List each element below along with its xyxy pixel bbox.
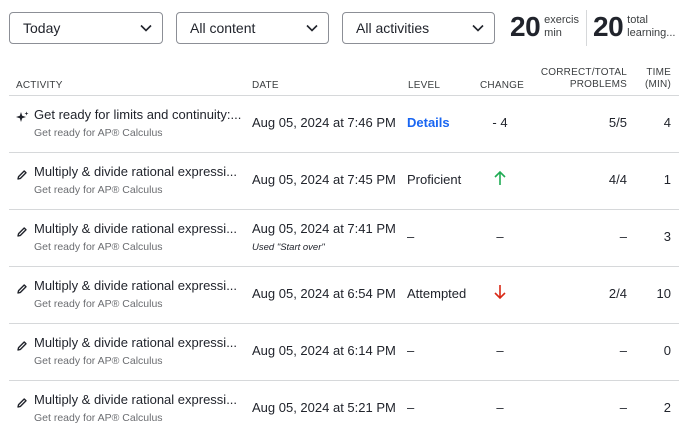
column-header-level: Level <box>408 80 441 91</box>
time-value: 2 <box>663 400 671 415</box>
table-row[interactable]: Get ready for limits and continuity:... … <box>9 96 679 153</box>
stat-value: 20 <box>510 11 541 42</box>
activity-title[interactable]: Multiply & divide rational expressi... <box>34 278 242 293</box>
level-value: – <box>407 229 415 244</box>
stat-label: total learning... <box>627 14 675 40</box>
pencil-icon <box>16 168 28 180</box>
sparkle-icon <box>16 111 29 123</box>
stat-label-line2: min <box>544 27 562 39</box>
time-value: 1 <box>663 172 671 187</box>
activity-date: Aug 05, 2024 at 7:45 PM <box>252 172 396 187</box>
activity-title[interactable]: Multiply & divide rational expressi... <box>34 164 242 179</box>
course-name: Get ready for AP® Calculus <box>34 127 163 139</box>
header-line2: (min) <box>645 79 671 90</box>
course-name: Get ready for AP® Calculus <box>34 355 163 367</box>
course-name: Get ready for AP® Calculus <box>34 298 163 310</box>
table-row[interactable]: Multiply & divide rational expressi... G… <box>9 210 679 267</box>
activity-title[interactable]: Multiply & divide rational expressi... <box>34 335 242 350</box>
correct-total-value: – <box>619 229 627 244</box>
activities-filter-dropdown[interactable]: All activities <box>342 12 495 44</box>
change-value: - 4 <box>492 115 508 130</box>
stat-divider <box>586 10 587 46</box>
chevron-down-icon <box>472 22 484 34</box>
column-header-time: Time (min) <box>645 67 671 91</box>
level-value: Proficient <box>407 172 462 187</box>
content-filter-value: All content <box>190 20 256 36</box>
table-row[interactable]: Multiply & divide rational expressi... G… <box>9 324 679 381</box>
correct-total-value: 4/4 <box>608 172 627 187</box>
level-value: Attempted <box>407 286 467 301</box>
activity-date: Aug 05, 2024 at 6:54 PM <box>252 286 396 301</box>
time-value: 4 <box>663 115 671 130</box>
column-header-date: Date <box>252 80 279 91</box>
table-row[interactable]: Multiply & divide rational expressi... G… <box>9 381 679 437</box>
column-header-change: Change <box>480 80 524 91</box>
chevron-down-icon <box>140 22 152 34</box>
correct-total-value: 2/4 <box>608 286 627 301</box>
activity-date: Aug 05, 2024 at 7:46 PM <box>252 115 396 130</box>
course-name: Get ready for AP® Calculus <box>34 241 163 253</box>
stat-value: 20 <box>593 11 624 42</box>
total-learning-stat: 20 total learning... <box>593 10 675 44</box>
activities-filter-value: All activities <box>356 20 430 36</box>
course-name: Get ready for AP® Calculus <box>34 412 163 424</box>
pencil-icon <box>16 225 28 237</box>
change-value: – <box>496 343 504 358</box>
arrow-up-icon <box>493 169 507 187</box>
activity-title[interactable]: Get ready for limits and continuity:... <box>34 107 242 122</box>
stat-label-line1: exercis <box>544 14 579 26</box>
content-filter-dropdown[interactable]: All content <box>176 12 329 44</box>
activity-date: Aug 05, 2024 at 5:21 PM <box>252 400 396 415</box>
start-over-note: Used "Start over" <box>252 242 325 253</box>
activity-date: Aug 05, 2024 at 7:41 PM <box>252 221 396 236</box>
time-value: 0 <box>663 343 671 358</box>
level-value: – <box>407 343 415 358</box>
time-value: 3 <box>663 229 671 244</box>
exercise-minutes-stat: 20 exercis min <box>510 10 592 44</box>
correct-total-value: 5/5 <box>608 115 627 130</box>
chevron-down-icon <box>306 22 318 34</box>
correct-total-value: – <box>619 400 627 415</box>
table-row[interactable]: Multiply & divide rational expressi... G… <box>9 267 679 324</box>
activity-date: Aug 05, 2024 at 6:14 PM <box>252 343 396 358</box>
time-filter-value: Today <box>23 20 61 36</box>
stat-label-line2: learning... <box>627 27 676 39</box>
header-line1: Correct/Total <box>540 67 627 78</box>
correct-total-value: – <box>619 343 627 358</box>
activity-title[interactable]: Multiply & divide rational expressi... <box>34 221 242 236</box>
table-row[interactable]: Multiply & divide rational expressi... G… <box>9 153 679 210</box>
level-value: – <box>407 400 415 415</box>
change-value: – <box>496 400 504 415</box>
stat-label: exercis min <box>544 14 592 40</box>
arrow-down-icon <box>493 283 507 301</box>
course-name: Get ready for AP® Calculus <box>34 184 163 196</box>
pencil-icon <box>16 282 28 294</box>
time-value: 10 <box>656 286 671 301</box>
time-filter-dropdown[interactable]: Today <box>9 12 163 44</box>
activity-title[interactable]: Multiply & divide rational expressi... <box>34 392 242 407</box>
header-line2: Problems <box>569 79 627 90</box>
column-header-correct-total: Correct/Total Problems <box>541 67 627 91</box>
column-header-activity: Activity <box>16 80 63 91</box>
table-header: Activity Date Level Change Correct/Total… <box>9 66 679 96</box>
change-value: – <box>496 229 504 244</box>
stat-label-line1: total <box>627 14 648 26</box>
pencil-icon <box>16 339 28 351</box>
header-line1: Time <box>646 67 671 78</box>
pencil-icon <box>16 396 28 408</box>
details-link[interactable]: Details <box>407 115 450 130</box>
